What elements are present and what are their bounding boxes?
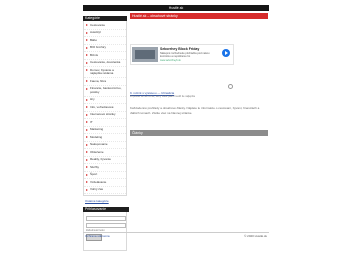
- arrow-right-icon: [86, 54, 88, 57]
- ad-text: Nákupné rozhodnutie prichádza pod našou …: [160, 51, 210, 58]
- text-ad-body: Pripravte sa na ročník, ktorý bude patri…: [130, 95, 196, 98]
- adchoices-icon[interactable]: [228, 84, 233, 89]
- arrow-right-icon: [86, 87, 88, 90]
- sidebar-item[interactable]: Cestovanie, dovolenka: [84, 60, 126, 67]
- sidebar-item[interactable]: Bábo: [84, 37, 126, 45]
- sidebar-item-label: BIO brožúry: [90, 45, 107, 49]
- arrow-right-icon: [86, 136, 88, 139]
- sidebar-item[interactable]: Modeling: [84, 134, 126, 142]
- sidebar-item[interactable]: Nakupovanie: [84, 142, 126, 149]
- sidebar-item-label: Financie, bankovníctvo, poistky: [90, 86, 122, 94]
- sidebar-item-label: Info, voľnočasové: [90, 104, 114, 109]
- arrow-right-icon: [86, 121, 88, 124]
- category-list: Cestovanie Autoštýl Bábo BIO brožúry Biznis C…: [83, 21, 127, 196]
- arrow-right-icon: [86, 188, 88, 191]
- sidebar-item-label: Cestovanie, dovolenka: [90, 60, 121, 64]
- arrow-right-icon: [86, 24, 88, 27]
- arrow-right-icon: [86, 69, 88, 72]
- password-field[interactable]: [86, 223, 126, 228]
- sidebar-item[interactable]: Oblečenie: [84, 149, 126, 157]
- sidebar: Kategórie Cestovanie Autoštýl Bábo BIO brož…: [83, 16, 129, 251]
- sidebar-item-label: Šport: [90, 172, 98, 176]
- sidebar-item[interactable]: IT: [84, 119, 126, 127]
- arrow-right-icon: [86, 181, 88, 184]
- sidebar-item[interactable]: Cestovanie: [84, 22, 126, 30]
- sidebar-item[interactable]: BIO brožúry: [84, 45, 126, 52]
- comments-header: Články: [130, 130, 268, 136]
- arrow-right-icon: [86, 31, 88, 34]
- arrow-right-icon: [86, 151, 88, 154]
- ad-image: [132, 47, 158, 62]
- sidebar-item-label: Voľný čas: [90, 187, 104, 191]
- sidebar-item-label: Služby: [90, 164, 100, 169]
- sidebar-item-label: Reality, bývanie: [90, 157, 111, 161]
- sidebar-item[interactable]: Autoštýl: [84, 30, 126, 37]
- arrow-right-icon: [86, 113, 88, 116]
- arrow-right-icon: [86, 39, 88, 42]
- description: Každodenné prehľady a obsahové články. N…: [130, 106, 260, 115]
- arrow-right-icon: [86, 98, 88, 101]
- sidebar-item-label: Hry: [90, 97, 95, 101]
- sidebar-item[interactable]: Šport: [84, 172, 126, 179]
- sidebar-item-label: Domov, bývanie a najlepšia reklama: [90, 67, 114, 75]
- sidebar-item[interactable]: Marketing: [84, 127, 126, 134]
- sidebar-item-label: Nakupovanie: [90, 142, 108, 146]
- ad-title[interactable]: Seborrhey Block Friday: [160, 47, 199, 51]
- sidebar-item[interactable]: Info, voľnočasové: [84, 104, 126, 112]
- sidebar-item-label: Autoštýl: [90, 30, 101, 34]
- sidebar-item-label: Fauna, flóra: [90, 78, 107, 83]
- sidebar-item[interactable]: Reality, bývanie: [84, 157, 126, 164]
- sidebar-item-label: Bábo: [90, 37, 98, 42]
- sidebar-item[interactable]: Hry: [84, 97, 126, 104]
- top-bar: Hustlé.sk: [83, 5, 269, 11]
- sidebar-item-label: Cestovanie: [90, 22, 106, 27]
- arrow-right-icon: [86, 128, 88, 131]
- arrow-right-icon: [86, 166, 88, 169]
- play-icon[interactable]: [222, 49, 230, 57]
- sidebar-item[interactable]: Internetové stránky: [84, 112, 126, 119]
- arrow-right-icon: [86, 80, 88, 83]
- privacy-link[interactable]: Ochrana súkromia: [85, 233, 110, 239]
- username-field[interactable]: [86, 216, 126, 221]
- sidebar-item[interactable]: Financie, bankovníctvo, poistky: [84, 86, 126, 97]
- sidebar-item-label: Vzdelávanie: [90, 179, 107, 184]
- display-ad[interactable]: Seborrhey Block Friday Nákupné rozhodnut…: [130, 44, 234, 65]
- arrow-right-icon: [86, 61, 88, 64]
- sidebar-item-label: Modeling: [90, 134, 103, 139]
- sidebar-item-label: IT: [90, 119, 93, 124]
- main-header: Hustlé.sk – obsahové stránky: [130, 13, 268, 19]
- sidebar-item[interactable]: Domov, bývanie a najlepšia reklama: [84, 67, 126, 78]
- main-content: Hustlé.sk – obsahové stránky: [130, 13, 268, 19]
- sidebar-item[interactable]: Služby: [84, 164, 126, 172]
- arrow-right-icon: [86, 106, 88, 109]
- sidebar-item[interactable]: Biznis: [84, 52, 126, 60]
- sidebar-item-label: Biznis: [90, 52, 99, 57]
- arrow-right-icon: [86, 173, 88, 176]
- site-title[interactable]: Hustlé.sk: [169, 6, 183, 10]
- footer: Ochrana súkromia © 2020 Hustlé.sk: [83, 232, 269, 239]
- sidebar-item[interactable]: Voľný čas: [84, 187, 126, 194]
- sidebar-item-label: Marketing: [90, 127, 104, 131]
- more-categories-link[interactable]: Ostatné kategórie: [85, 199, 127, 203]
- sidebar-item-label: Oblečenie: [90, 149, 104, 154]
- text-ad[interactable]: 9. ročník s výstavou — Ultraslicia Pripr…: [130, 91, 230, 98]
- sidebar-item[interactable]: Fauna, flóra: [84, 78, 126, 86]
- sidebar-item-label: Internetové stránky: [90, 112, 116, 116]
- ad-url[interactable]: www.seborrheyb.sk: [160, 59, 181, 62]
- copyright: © 2020 Hustlé.sk: [244, 234, 267, 238]
- arrow-right-icon: [86, 143, 88, 146]
- arrow-right-icon: [86, 46, 88, 49]
- sidebar-item[interactable]: Vzdelávanie: [84, 179, 126, 187]
- arrow-right-icon: [86, 158, 88, 161]
